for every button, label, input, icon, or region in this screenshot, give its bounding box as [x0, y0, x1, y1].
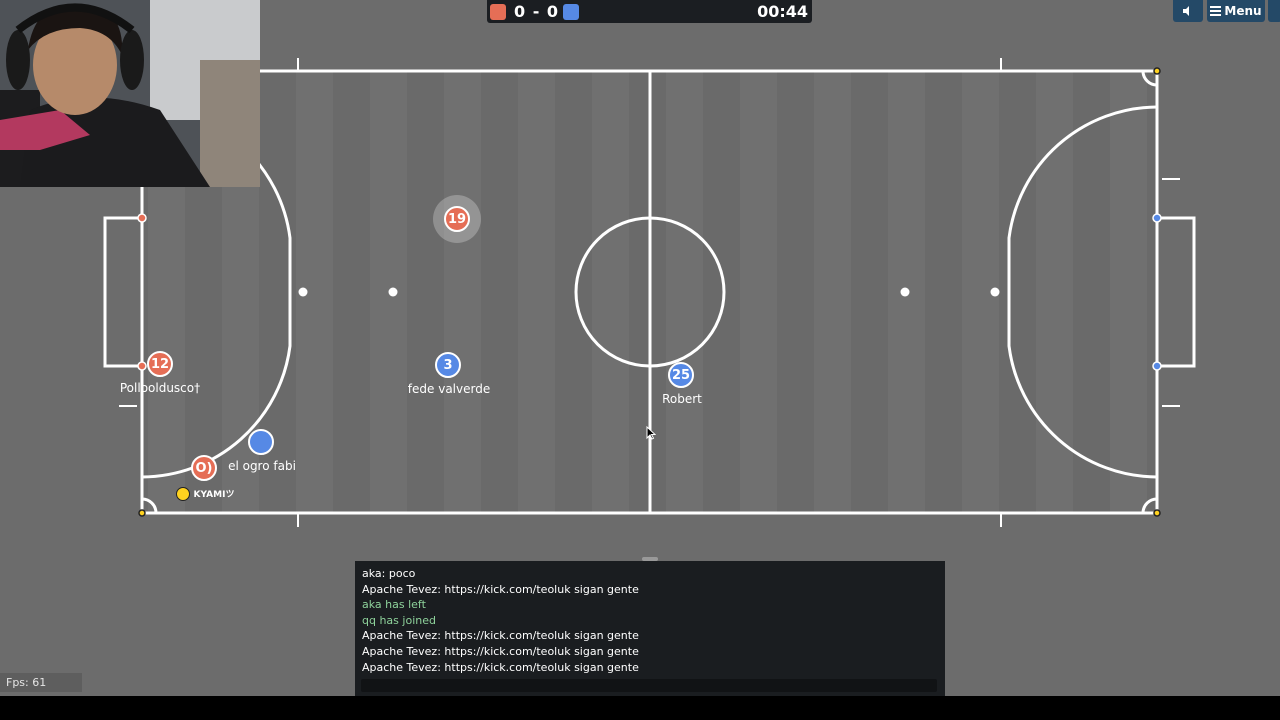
webcam-overlay: [0, 0, 260, 187]
mouse-cursor-icon: [646, 426, 656, 440]
score: 0 - 0: [514, 2, 560, 21]
chat-input[interactable]: [361, 679, 937, 692]
hamburger-icon: [1210, 6, 1222, 16]
player-name: fede valverde: [407, 382, 491, 396]
menu-button[interactable]: Menu: [1207, 0, 1265, 22]
sound-button[interactable]: [1173, 0, 1203, 22]
chat-panel: aka: poco Apache Tevez: https://kick.com…: [355, 561, 945, 696]
chat-message: Apache Tevez: https://kick.com/teoluk si…: [362, 629, 639, 643]
extra-button[interactable]: [1268, 0, 1280, 22]
blue-team-indicator: [563, 4, 579, 20]
player-name: el ogro fabi: [228, 459, 296, 473]
player-disc-controlled: O): [191, 455, 217, 481]
player-disc-3: 3: [435, 352, 461, 378]
chat-log: aka: poco Apache Tevez: https://kick.com…: [362, 566, 938, 675]
chat-message: aka: poco: [362, 567, 416, 580]
player-name: Robert: [662, 392, 702, 406]
chat-message: Apache Tevez: https://kick.com/teoluk si…: [362, 582, 639, 596]
player-disc-12: 12: [147, 351, 173, 377]
speaker-icon: [1183, 6, 1189, 16]
player-disc-19: 19: [444, 206, 470, 232]
player-disc-blue: [248, 429, 274, 455]
player-disc-25: 25: [668, 362, 694, 388]
red-team-indicator: [490, 4, 506, 20]
chat-message: Apache Tevez: https://kick.com/teoluk si…: [362, 644, 639, 658]
player-name: Pollooldusco†: [119, 381, 201, 395]
game-stage[interactable]: 0 - 0 00:44 Menu 19 3 fede valverde 25 R…: [0, 0, 1280, 696]
streamer-image: [0, 0, 260, 187]
chat-notice: qq has joined: [362, 613, 436, 627]
chat-notice: aka has left: [362, 598, 426, 612]
chat-message: Apache Tevez: https://kick.com/teoluk si…: [362, 660, 639, 674]
fps-counter: Fps: 61: [0, 673, 82, 692]
scoreboard: 0 - 0 00:44: [487, 0, 812, 23]
match-timer: 00:44: [757, 2, 808, 21]
ball: [176, 487, 190, 501]
player-name: KYAMIツ: [193, 490, 235, 500]
bottom-letterbox: [0, 696, 1280, 720]
menu-label: Menu: [1224, 4, 1262, 18]
